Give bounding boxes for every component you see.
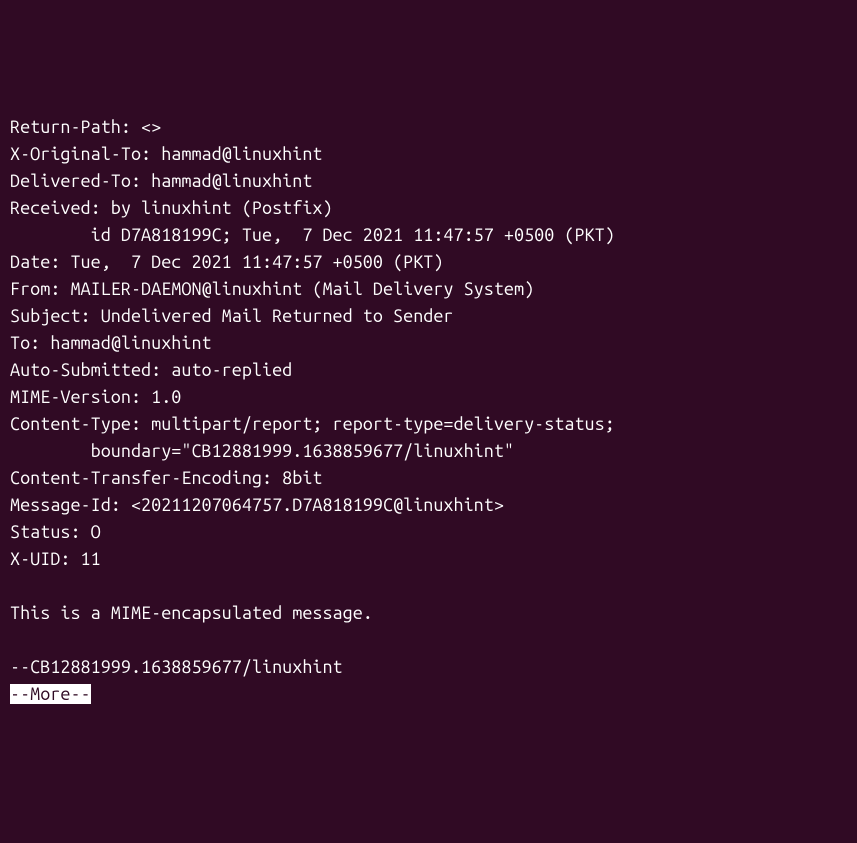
header-content-type-line1: Content-Type: multipart/report; report-t… <box>10 414 615 434</box>
header-delivered-to: Delivered-To: hammad@linuxhint <box>10 171 312 191</box>
header-status: Status: O <box>10 522 101 542</box>
header-message-id: Message-Id: <20211207064757.D7A818199C@l… <box>10 495 504 515</box>
pager-more-prompt[interactable]: --More-- <box>10 684 91 704</box>
header-mime-version: MIME-Version: 1.0 <box>10 387 181 407</box>
header-content-transfer-encoding: Content-Transfer-Encoding: 8bit <box>10 468 322 488</box>
header-subject: Subject: Undelivered Mail Returned to Se… <box>10 306 454 326</box>
header-received-line1: Received: by linuxhint (Postfix) <box>10 198 333 218</box>
body-boundary: --CB12881999.1638859677/linuxhint <box>10 657 343 677</box>
header-from: From: MAILER-DAEMON@linuxhint (Mail Deli… <box>10 279 534 299</box>
body-mime-note: This is a MIME-encapsulated message. <box>10 603 373 623</box>
header-content-type-line2: boundary="CB12881999.1638859677/linuxhin… <box>10 441 514 461</box>
header-received-line2: id D7A818199C; Tue, 7 Dec 2021 11:47:57 … <box>10 225 615 245</box>
header-auto-submitted: Auto-Submitted: auto-replied <box>10 360 292 380</box>
header-x-original-to: X-Original-To: hammad@linuxhint <box>10 144 322 164</box>
header-to: To: hammad@linuxhint <box>10 333 212 353</box>
terminal-output: Return-Path: <> X-Original-To: hammad@li… <box>10 114 847 708</box>
header-x-uid: X-UID: 11 <box>10 549 101 569</box>
header-return-path: Return-Path: <> <box>10 117 161 137</box>
header-date: Date: Tue, 7 Dec 2021 11:47:57 +0500 (PK… <box>10 252 443 272</box>
